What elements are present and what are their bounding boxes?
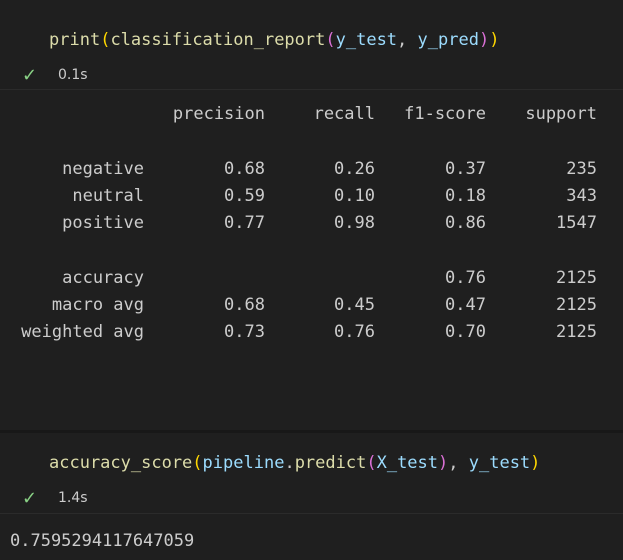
code-token-paren: ( (325, 30, 336, 50)
cell-2-status: ✓ 1.4s (22, 487, 88, 509)
check-icon: ✓ (22, 64, 38, 86)
row-precision: 0.73 (224, 322, 265, 342)
report-row: weighted avg 0.73 0.76 0.70 2125 (10, 322, 610, 344)
row-recall: 0.98 (334, 213, 375, 233)
row-precision: 0.77 (224, 213, 265, 233)
code-line-2[interactable]: accuracy_score(pipeline.predict(X_test),… (49, 452, 540, 474)
check-icon: ✓ (22, 487, 38, 509)
row-f1: 0.18 (445, 186, 486, 206)
output-divider (0, 89, 623, 90)
row-recall: 0.76 (334, 322, 375, 342)
code-token-paren: ( (366, 453, 377, 473)
row-f1: 0.70 (445, 322, 486, 342)
report-row: negative 0.68 0.26 0.37 235 (10, 159, 610, 181)
row-precision: 0.59 (224, 186, 265, 206)
code-cell-2[interactable]: accuracy_score(pipeline.predict(X_test),… (0, 433, 623, 486)
report-row: neutral 0.59 0.10 0.18 343 (10, 186, 610, 208)
cell-1-status: ✓ 0.1s (22, 64, 88, 86)
row-label: positive (62, 213, 144, 233)
row-precision: 0.68 (224, 159, 265, 179)
accuracy-result-output: 0.7595294117647059 (10, 531, 195, 551)
code-token-punctuation: , (397, 30, 418, 50)
header-f1-score: f1-score (404, 104, 486, 124)
code-token-paren: ) (489, 30, 500, 50)
row-label: macro avg (51, 295, 144, 315)
code-token-function: accuracy_score (49, 453, 193, 473)
row-f1: 0.86 (445, 213, 486, 233)
row-recall: 0.26 (334, 159, 375, 179)
code-line-1[interactable]: print(classification_report(y_test, y_pr… (49, 29, 499, 51)
report-row: accuracy 0.76 2125 (10, 268, 610, 290)
code-token-paren: ) (478, 30, 490, 50)
code-token-punctuation: . (284, 453, 295, 473)
code-token-variable: pipeline (202, 453, 285, 473)
row-support: 2125 (556, 295, 597, 315)
row-support: 2125 (556, 268, 597, 288)
row-f1: 0.37 (445, 159, 486, 179)
report-row: positive 0.77 0.98 0.86 1547 (10, 213, 610, 235)
code-token-function: predict (294, 453, 367, 473)
row-f1: 0.47 (445, 295, 486, 315)
row-precision: 0.68 (224, 295, 265, 315)
report-header-row: precision recall f1-score support (10, 104, 610, 126)
row-label: accuracy (62, 268, 144, 288)
row-label: negative (62, 159, 144, 179)
header-precision: precision (172, 104, 265, 124)
row-label: weighted avg (21, 322, 144, 342)
code-token-variable: y_test (468, 453, 531, 473)
execution-time: 1.4s (58, 490, 88, 506)
header-recall: recall (313, 104, 375, 124)
output-divider (0, 513, 623, 514)
code-token-paren: ( (100, 30, 111, 50)
report-row: macro avg 0.68 0.45 0.47 2125 (10, 295, 610, 317)
code-token-variable: y_pred (417, 30, 479, 50)
row-support: 235 (566, 159, 597, 179)
code-cell-1[interactable]: print(classification_report(y_test, y_pr… (0, 0, 623, 62)
code-token-function: print (49, 30, 101, 50)
code-token-variable: y_test (335, 30, 398, 50)
code-token-function: classification_report (110, 30, 326, 50)
row-f1: 0.76 (445, 268, 486, 288)
code-token-paren: ( (192, 453, 203, 473)
code-token-variable: X_test (376, 453, 439, 473)
row-recall: 0.45 (334, 295, 375, 315)
code-token-paren: ) (438, 453, 449, 473)
header-support: support (525, 104, 597, 124)
row-label: neutral (72, 186, 144, 206)
row-support: 2125 (556, 322, 597, 342)
code-token-paren: ) (530, 453, 541, 473)
code-token-punctuation: , (448, 453, 469, 473)
row-support: 1547 (556, 213, 597, 233)
row-recall: 0.10 (334, 186, 375, 206)
execution-time: 0.1s (58, 67, 88, 83)
row-support: 343 (566, 186, 597, 206)
